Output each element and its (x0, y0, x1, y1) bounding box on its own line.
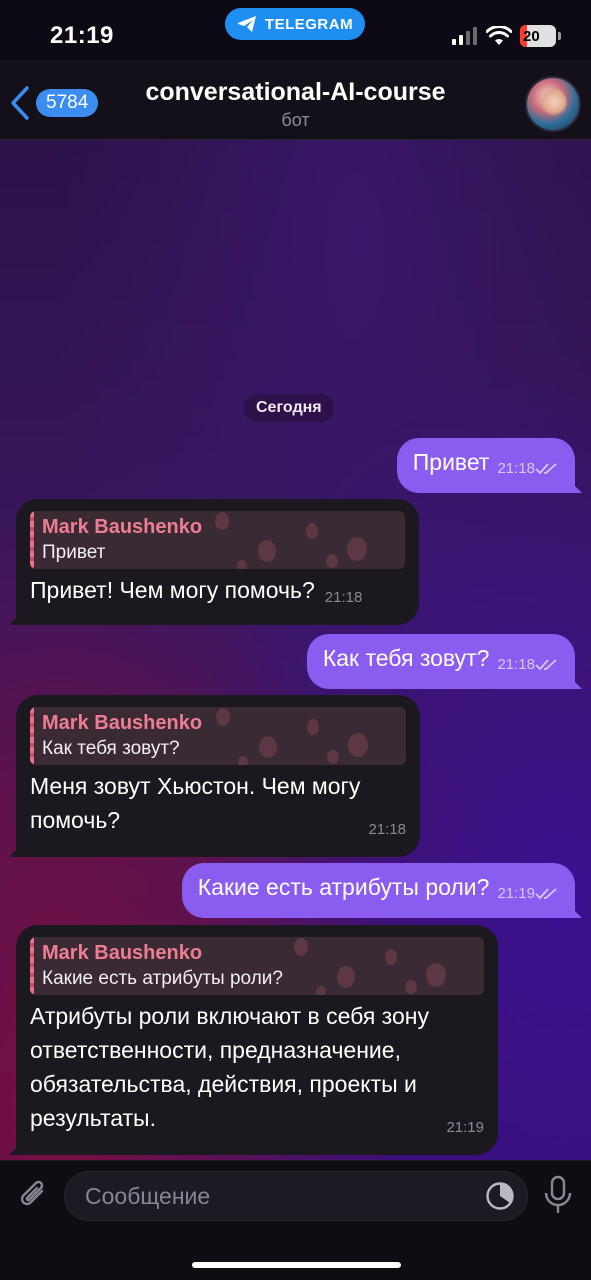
home-indicator (192, 1262, 401, 1268)
message-time: 21:18 (497, 460, 535, 477)
chat-header: 5784 conversational-AI-course бот (0, 60, 591, 140)
message-input[interactable]: Сообщение (64, 1171, 528, 1221)
battery-icon: 20 (520, 25, 556, 47)
incoming-message[interactable]: Mark Baushenko Какие есть атрибуты роли?… (16, 925, 498, 1155)
reply-preview[interactable]: Mark Baushenko Какие есть атрибуты роли? (30, 937, 484, 995)
message-text: Как тебя зовут? (322, 645, 490, 671)
status-bar: 21:19 TELEGRAM 20 (0, 0, 591, 60)
message-time: 21:18 (324, 589, 363, 606)
microphone-icon[interactable] (543, 1175, 573, 1215)
outgoing-message[interactable]: Как тебя зовут? 21:18 (306, 634, 575, 689)
message-meta: 21:18 (497, 452, 559, 486)
telegram-pill[interactable]: TELEGRAM (225, 8, 365, 40)
message-text: Какие есть атрибуты роли? (197, 874, 490, 900)
reply-pattern-decoration (216, 708, 368, 765)
date-separator: Сегодня (244, 394, 334, 422)
message-text: Привет! Чем могу помочь? (30, 577, 315, 603)
message-text: Привет (412, 449, 490, 475)
wifi-icon (486, 26, 512, 45)
paperclip-icon[interactable] (16, 1177, 50, 1213)
signal-icon (452, 27, 477, 45)
double-check-icon (535, 463, 557, 475)
battery-level: 20 (523, 27, 540, 45)
reply-pattern-decoration (294, 938, 446, 995)
incoming-message[interactable]: Mark Baushenko Как тебя зовут? Меня зову… (16, 695, 420, 857)
message-time: 21:18 (497, 656, 535, 673)
double-check-icon (535, 888, 557, 900)
reply-preview[interactable]: Mark Baushenko Как тебя зовут? (30, 707, 406, 765)
chat-title[interactable]: conversational-AI-course (0, 78, 591, 107)
telegram-icon (237, 16, 256, 32)
status-icons: 20 (452, 25, 561, 47)
reply-pattern-decoration (215, 512, 367, 569)
telegram-pill-label: TELEGRAM (264, 15, 354, 33)
status-time: 21:19 (50, 22, 114, 49)
message-time: 21:19 (497, 885, 535, 902)
sticker-icon[interactable] (485, 1181, 515, 1211)
message-meta: 21:19 (497, 877, 559, 911)
outgoing-message[interactable]: Какие есть атрибуты роли? 21:19 (181, 863, 575, 918)
outgoing-message[interactable]: Привет 21:18 (396, 438, 575, 493)
double-check-icon (535, 659, 557, 671)
incoming-message[interactable]: Mark Baushenko Привет Привет! Чем могу п… (16, 499, 419, 625)
bot-avatar[interactable] (525, 76, 581, 132)
reply-preview[interactable]: Mark Baushenko Привет (30, 511, 405, 569)
message-meta: 21:18 (497, 648, 559, 682)
chat-subtitle: бот (281, 110, 310, 130)
